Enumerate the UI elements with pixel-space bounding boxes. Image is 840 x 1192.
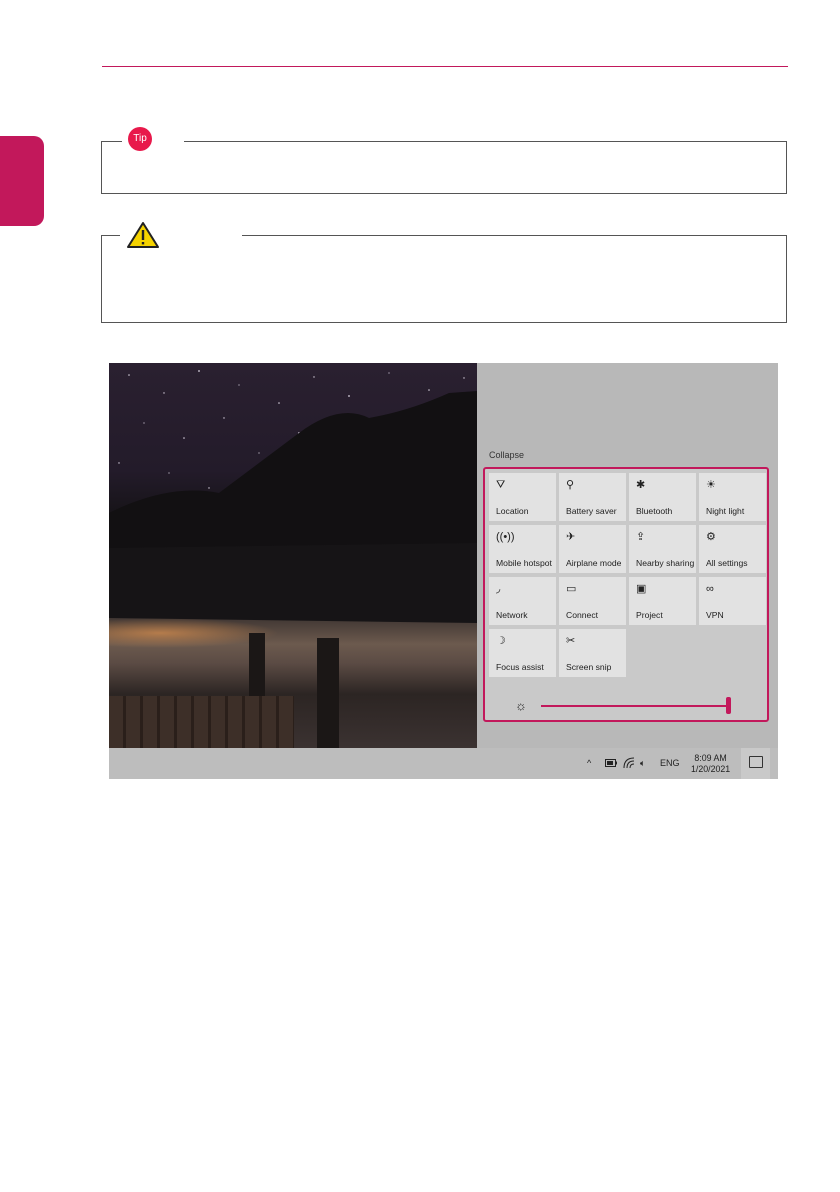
- quick-action-label: Location: [496, 506, 529, 516]
- quick-action-label: Project: [636, 610, 663, 620]
- quick-action-label: All settings: [706, 558, 748, 568]
- quick-action-label: Night light: [706, 506, 745, 516]
- clock-time: 8:09 AM: [694, 753, 727, 763]
- nearby-sharing-icon: ⇪: [636, 531, 646, 543]
- quick-action-label: VPN: [706, 610, 724, 620]
- chapter-tab: [0, 136, 44, 226]
- clock-date: 1/20/2021: [691, 764, 731, 774]
- quick-action-label: Bluetooth: [636, 506, 673, 516]
- collapse-link[interactable]: Collapse: [489, 450, 524, 460]
- quick-action-location[interactable]: ⛛ Location: [489, 473, 556, 521]
- quick-action-bluetooth[interactable]: ✱ Bluetooth: [629, 473, 696, 521]
- desktop-wallpaper: [109, 363, 477, 748]
- quick-action-screen-snip[interactable]: ✂ Screen snip: [559, 629, 626, 677]
- brightness-slider-thumb[interactable]: [726, 697, 731, 714]
- vpn-icon: ∞: [706, 583, 714, 595]
- quick-action-connect[interactable]: ▭ Connect: [559, 577, 626, 625]
- quick-action-label: Airplane mode: [566, 558, 622, 568]
- action-center-screenshot: Collapse ☼ ⛛ Location ⚲ Battery saver ✱ Bluet…: [109, 363, 778, 779]
- quick-action-nearby-sharing[interactable]: ⇪ Nearby sharing: [629, 525, 696, 573]
- chevron-up-icon[interactable]: ^: [587, 748, 591, 779]
- night-light-icon: ☀: [706, 479, 716, 491]
- airplane-icon: ✈: [566, 531, 576, 543]
- language-indicator[interactable]: ENG: [660, 748, 680, 779]
- volume-icon[interactable]: 🔈︎: [640, 748, 645, 779]
- taskbar: ^ 🔈︎ ENG 8:09 AM 1/20/2021: [109, 748, 778, 779]
- quick-action-mobile-hotspot[interactable]: ((•)) Mobile hotspot: [489, 525, 556, 573]
- tip-badge: Tip: [128, 127, 152, 151]
- notifications-button[interactable]: [741, 748, 770, 779]
- network-icon: ◞: [496, 583, 501, 595]
- quick-action-airplane-mode[interactable]: ✈ Airplane mode: [559, 525, 626, 573]
- screen-snip-icon: ✂: [566, 635, 576, 647]
- quick-action-vpn[interactable]: ∞ VPN: [699, 577, 766, 625]
- warning-icon: [127, 222, 159, 248]
- brightness-slider[interactable]: [541, 705, 729, 707]
- action-center: Collapse ☼ ⛛ Location ⚲ Battery saver ✱ Bluet…: [477, 363, 778, 748]
- quick-action-label: Mobile hotspot: [496, 558, 552, 568]
- quick-action-label: Focus assist: [496, 662, 544, 672]
- top-rule: [102, 66, 788, 67]
- clock[interactable]: 8:09 AM 1/20/2021: [691, 753, 730, 775]
- quick-action-night-light[interactable]: ☀ Night light: [699, 473, 766, 521]
- location-icon: ⛛: [496, 479, 506, 491]
- quick-action-label: Battery saver: [566, 506, 617, 516]
- quick-action-battery-saver[interactable]: ⚲ Battery saver: [559, 473, 626, 521]
- brightness-icon: ☼: [515, 698, 527, 713]
- quick-action-project[interactable]: ▣ Project: [629, 577, 696, 625]
- quick-action-focus-assist[interactable]: ☽ Focus assist: [489, 629, 556, 677]
- dock-image: [109, 696, 294, 748]
- quick-action-label: Network: [496, 610, 528, 620]
- tip-box: [101, 141, 787, 194]
- caution-box: [101, 235, 787, 323]
- mobile-hotspot-icon: ((•)): [496, 531, 515, 543]
- quick-action-all-settings[interactable]: ⚙ All settings: [699, 525, 766, 573]
- quick-action-network[interactable]: ◞ Network: [489, 577, 556, 625]
- moon-icon: ☽: [496, 635, 506, 647]
- notification-icon: [749, 756, 763, 768]
- bluetooth-icon: ✱: [636, 479, 646, 491]
- quick-action-label: Screen snip: [566, 662, 612, 672]
- gear-icon: ⚙: [706, 531, 716, 543]
- battery-saver-icon: ⚲: [566, 479, 575, 491]
- quick-action-label: Connect: [566, 610, 599, 620]
- project-icon: ▣: [636, 583, 647, 595]
- battery-icon[interactable]: [605, 759, 617, 767]
- quick-actions-panel: ☼ ⛛ Location ⚲ Battery saver ✱ Bluetooth ☀ Nigh…: [483, 467, 769, 722]
- network-icon[interactable]: [623, 757, 635, 769]
- quick-action-label: Nearby sharing: [636, 558, 695, 568]
- connect-icon: ▭: [566, 583, 577, 595]
